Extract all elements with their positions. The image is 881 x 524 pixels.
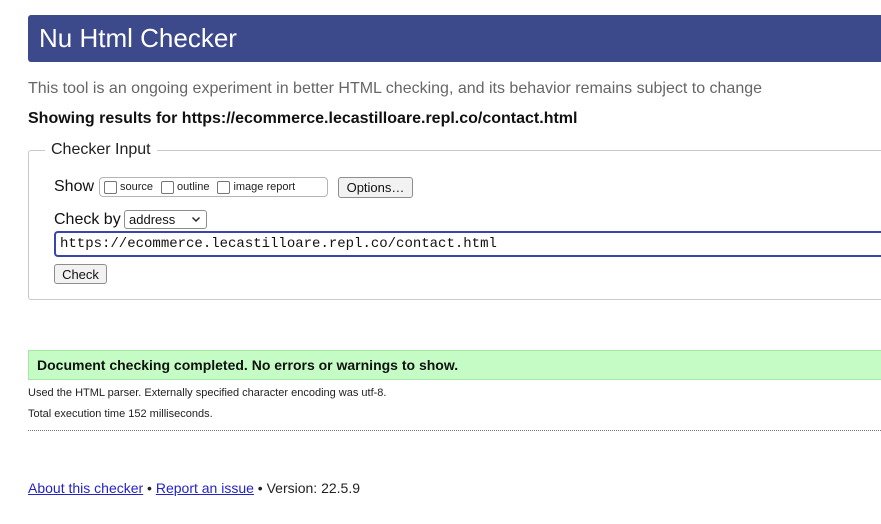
success-message: Document checking completed. No errors o… (28, 350, 881, 380)
checker-input-legend: Checker Input (45, 141, 157, 159)
show-options-group: source outline image report (99, 177, 328, 197)
tagline: This tool is an ongoing experiment in be… (28, 80, 763, 97)
execution-time: Total execution time 152 milliseconds. (28, 408, 213, 420)
footer-separator: • (143, 480, 156, 496)
show-image-report-option[interactable]: image report (217, 180, 296, 194)
footer: About this checker • Report an issue • V… (28, 480, 360, 496)
check-by-label: Check by (54, 211, 121, 228)
footer-separator: • (253, 480, 267, 496)
page-title: Nu Html Checker (39, 23, 237, 53)
image-report-label: image report (233, 181, 296, 193)
show-outline-option[interactable]: outline (161, 180, 210, 194)
report-issue-link[interactable]: Report an issue (156, 480, 254, 496)
chevron-down-icon (192, 217, 200, 222)
outline-checkbox[interactable] (161, 180, 175, 194)
check-button[interactable]: Check (54, 264, 107, 284)
checker-input-fieldset: Checker Input Show source outline image … (28, 141, 881, 300)
image-report-checkbox[interactable] (217, 180, 231, 194)
header-bar: Nu Html Checker (28, 15, 881, 62)
parser-info: Used the HTML parser. Externally specifi… (28, 387, 387, 399)
source-label: source (120, 181, 154, 193)
url-input[interactable]: https://ecommerce.lecastilloare.repl.co/… (54, 231, 881, 257)
outline-label: outline (177, 181, 210, 193)
showing-results: Showing results for https://ecommerce.le… (28, 110, 578, 127)
options-button[interactable]: Options… (338, 177, 413, 198)
check-by-select[interactable]: address (124, 210, 207, 229)
divider (28, 430, 881, 431)
check-by-value: address (129, 212, 176, 227)
show-label: Show (54, 178, 95, 195)
show-source-option[interactable]: source (104, 180, 154, 194)
source-checkbox[interactable] (104, 180, 117, 194)
version-text: Version: 22.5.9 (266, 480, 361, 496)
about-link[interactable]: About this checker (28, 480, 143, 496)
